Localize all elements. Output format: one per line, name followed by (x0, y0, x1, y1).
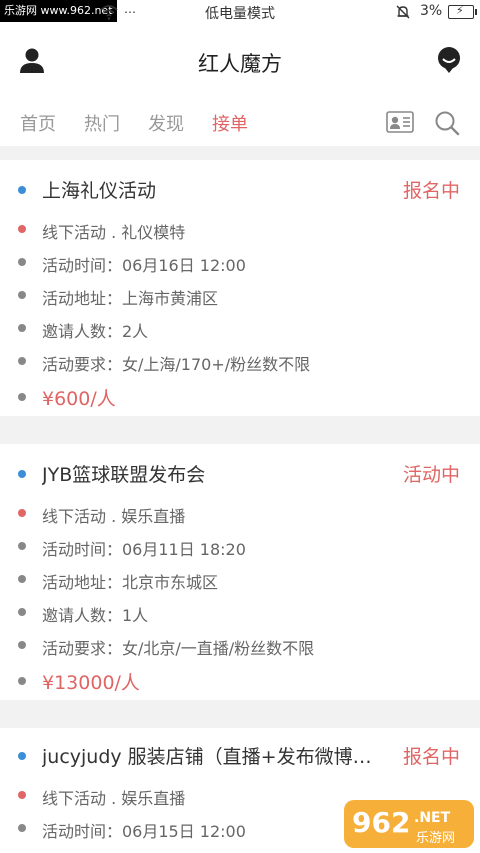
bullet-dot (18, 677, 26, 685)
watermark-sub: 乐游网 (416, 831, 455, 846)
search-icon[interactable] (434, 110, 460, 136)
status-bar: 乐游网 www.962.net ⋯ 低电量模式 3% ⚡ (0, 0, 480, 24)
status-badge: 报名中 (402, 746, 460, 768)
card-time: 活动时间：06月15日 12:00 (42, 822, 246, 841)
card-address-row: 活动地址：北京市东城区 (0, 563, 480, 593)
card-title: 上海礼仪活动 (42, 180, 157, 202)
card-title-row: 上海礼仪活动 报名中 (0, 174, 480, 204)
card-title-row: JYB篮球联盟发布会 活动中 (0, 458, 480, 488)
bullet-dot (18, 752, 26, 760)
card-price: ¥13000/人 (42, 672, 140, 694)
card-require-row: 活动要求：女/北京/一直播/粉丝数不限 (0, 629, 480, 659)
tab-orders[interactable]: 接单 (212, 110, 248, 136)
card-time: 活动时间：06月16日 12:00 (42, 256, 246, 275)
card-price: ¥600/人 (42, 388, 116, 410)
bullet-dot (18, 824, 26, 832)
bullet-dot (18, 357, 26, 365)
card-require: 活动要求：女/上海/170+/粉丝数不限 (42, 355, 311, 374)
card-address: 活动地址：上海市黄浦区 (42, 289, 219, 308)
card-title: JYB篮球联盟发布会 (42, 464, 206, 486)
status-badge: 报名中 (402, 180, 460, 202)
bullet-dot (18, 608, 26, 616)
card-category: 线下活动 . 娱乐直播 (42, 507, 186, 526)
card-price-row: ¥13000/人 (0, 665, 480, 695)
battery-percent: 3% (420, 3, 443, 19)
card-time: 活动时间：06月11日 18:20 (42, 540, 246, 559)
bullet-dot (18, 258, 26, 266)
bullet-dot (18, 641, 26, 649)
card-time-row: 活动时间：06月11日 18:20 (0, 530, 480, 560)
status-badge: 活动中 (402, 464, 460, 486)
watermark-big: 962 (352, 806, 410, 839)
tab-bar: 首页 热门 发现 接单 (0, 100, 480, 146)
order-card[interactable]: JYB篮球联盟发布会 活动中 线下活动 . 娱乐直播 活动时间：06月11日 1… (0, 444, 480, 700)
card-price-row: ¥600/人 (0, 381, 480, 411)
card-require: 活动要求：女/北京/一直播/粉丝数不限 (42, 639, 315, 658)
card-category: 线下活动 . 礼仪模特 (42, 223, 186, 242)
bullet-dot (18, 393, 26, 401)
watermark-small: .NET (414, 810, 451, 826)
tab-home[interactable]: 首页 (20, 110, 56, 136)
card-address: 活动地址：北京市东城区 (42, 573, 219, 592)
tab-discover[interactable]: 发现 (148, 110, 184, 136)
card-category-row: 线下活动 . 娱乐直播 (0, 497, 480, 527)
bullet-dot (18, 575, 26, 583)
bullet-dot (18, 291, 26, 299)
card-title-row: jucyjudy 服装店铺（直播+发布微博微... 报名中 (0, 740, 480, 770)
card-require-row: 活动要求：女/上海/170+/粉丝数不限 (0, 345, 480, 375)
bullet-dot (18, 324, 26, 332)
battery-icon: ⚡ (448, 4, 477, 19)
site-watermark-logo: 962 .NET 乐游网 (344, 800, 474, 848)
chat-icon[interactable] (436, 46, 462, 74)
card-category-row: 线下活动 . 礼仪模特 (0, 213, 480, 243)
bullet-dot (18, 225, 26, 233)
card-category: 线下活动 . 娱乐直播 (42, 789, 186, 808)
card-title: jucyjudy 服装店铺（直播+发布微博微... (42, 746, 387, 768)
card-invite: 邀请人数：2人 (42, 322, 149, 341)
card-invite-row: 邀请人数：2人 (0, 312, 480, 342)
card-invite-row: 邀请人数：1人 (0, 596, 480, 626)
contact-card-icon[interactable] (386, 110, 414, 134)
card-invite: 邀请人数：1人 (42, 606, 149, 625)
mute-bell-icon (396, 5, 410, 19)
order-card[interactable]: 上海礼仪活动 报名中 线下活动 . 礼仪模特 活动时间：06月16日 12:00… (0, 160, 480, 416)
bullet-dot (18, 542, 26, 550)
bullet-dot (18, 509, 26, 517)
bullet-dot (18, 186, 26, 194)
app-header: 红人魔方 (0, 24, 480, 100)
page-title: 红人魔方 (198, 52, 282, 76)
card-time-row: 活动时间：06月16日 12:00 (0, 246, 480, 276)
card-address-row: 活动地址：上海市黄浦区 (0, 279, 480, 309)
bullet-dot (18, 470, 26, 478)
bullet-dot (18, 791, 26, 799)
tab-hot[interactable]: 热门 (84, 110, 120, 136)
